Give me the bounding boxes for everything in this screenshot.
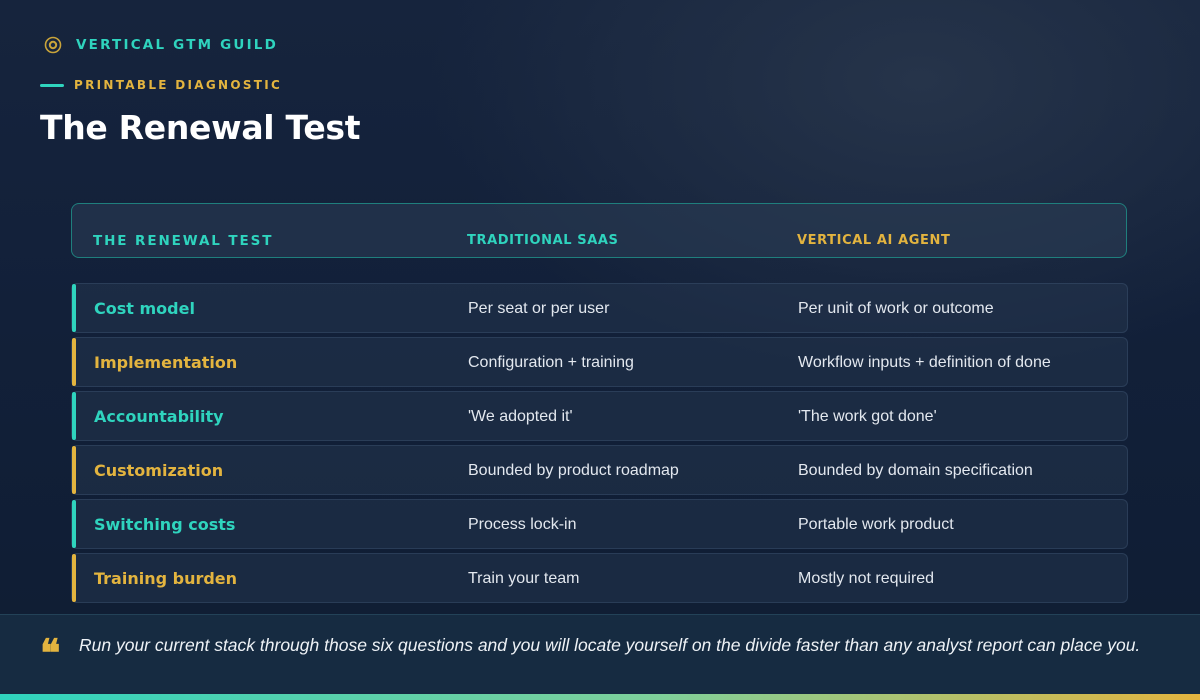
page-title: The Renewal Test xyxy=(40,108,361,147)
table-header: THE RENEWAL TEST TRADITIONAL SAAS VERTIC… xyxy=(71,203,1127,258)
row-label: Training burden xyxy=(94,569,238,588)
vertical-ai-agent-cell: Bounded by domain specification xyxy=(798,462,1033,479)
table-row: Implementation Configuration + training … xyxy=(71,337,1128,387)
quote-panel: ❝ Run your current stack through those s… xyxy=(0,614,1200,695)
column-header-test: THE RENEWAL TEST xyxy=(93,233,274,249)
table-row: Switching costs Process lock-in Portable… xyxy=(71,499,1128,549)
eyebrow-label: PRINTABLE DIAGNOSTIC xyxy=(74,78,283,92)
row-label: Accountability xyxy=(94,407,224,426)
traditional-saas-cell: Process lock-in xyxy=(468,516,577,533)
vertical-ai-agent-cell: Mostly not required xyxy=(798,570,935,587)
brand: VERTICAL GTM GUILD xyxy=(44,36,278,54)
quote-text: Run your current stack through those six… xyxy=(79,635,1141,655)
row-label: Cost model xyxy=(94,299,195,318)
row-label: Customization xyxy=(94,461,224,480)
column-header-vertical-ai-agent: VERTICAL AI AGENT xyxy=(797,233,951,248)
vertical-ai-agent-cell: Workflow inputs + definition of done xyxy=(798,354,1051,371)
table-row: Accountability 'We adopted it' 'The work… xyxy=(71,391,1128,441)
traditional-saas-cell: Configuration + training xyxy=(468,354,634,371)
row-label: Implementation xyxy=(94,353,238,372)
brand-name: VERTICAL GTM GUILD xyxy=(76,37,279,53)
row-accent-bar xyxy=(72,554,76,602)
quote-mark-icon: ❝ xyxy=(40,630,61,675)
traditional-saas-cell: 'We adopted it' xyxy=(468,408,573,425)
table-row: Cost model Per seat or per user Per unit… xyxy=(71,283,1128,333)
bottom-accent-strip xyxy=(0,694,1200,700)
table-row: Customization Bounded by product roadmap… xyxy=(71,445,1128,495)
traditional-saas-cell: Per seat or per user xyxy=(468,300,610,317)
vertical-ai-agent-cell: Per unit of work or outcome xyxy=(798,300,994,317)
row-accent-bar xyxy=(72,392,76,440)
traditional-saas-cell: Bounded by product roadmap xyxy=(468,462,679,479)
eyebrow: PRINTABLE DIAGNOSTIC xyxy=(40,78,282,92)
vertical-ai-agent-cell: Portable work product xyxy=(798,516,954,533)
table-row: Training burden Train your team Mostly n… xyxy=(71,553,1128,603)
table-body: Cost model Per seat or per user Per unit… xyxy=(71,283,1128,607)
traditional-saas-cell: Train your team xyxy=(468,570,580,587)
row-accent-bar xyxy=(72,284,76,332)
row-accent-bar xyxy=(72,446,76,494)
column-header-traditional-saas: TRADITIONAL SAAS xyxy=(467,233,619,248)
row-accent-bar xyxy=(72,338,76,386)
vertical-ai-agent-cell: 'The work got done' xyxy=(798,408,937,425)
row-accent-bar xyxy=(72,500,76,548)
guild-seal-icon xyxy=(44,36,62,54)
row-label: Switching costs xyxy=(94,515,236,534)
eyebrow-accent-bar xyxy=(40,83,64,87)
